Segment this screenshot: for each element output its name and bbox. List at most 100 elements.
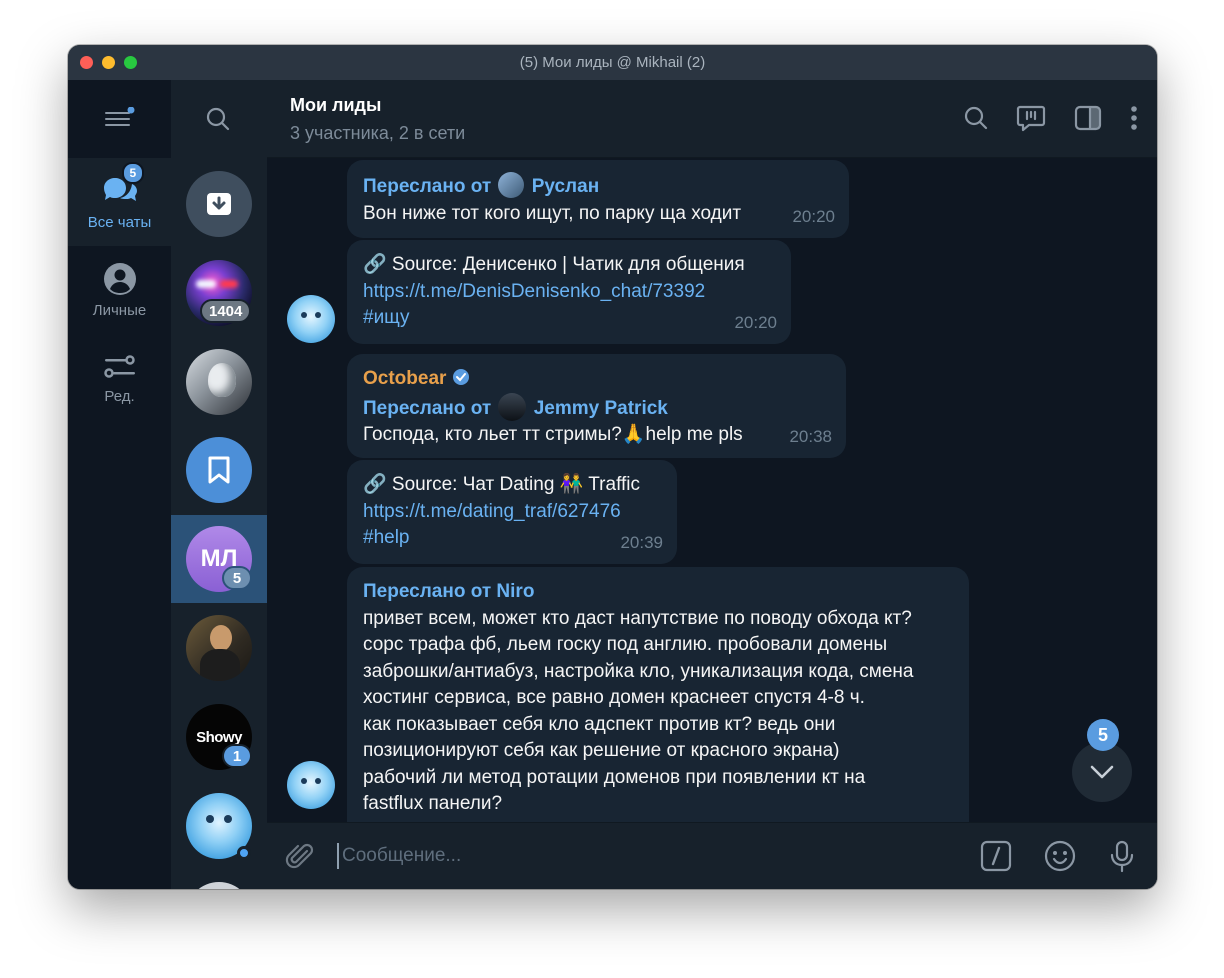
unread-count-badge: 1 — [222, 744, 252, 768]
source-line: 🔗 Source: Денисенко | Чатик для общения — [363, 254, 745, 275]
message-composer — [267, 822, 1157, 889]
message-bubble[interactable]: Переслано от Niro привет всем, может кто… — [347, 567, 969, 822]
message-text-line: привет всем, может кто даст напутствие п… — [363, 607, 912, 629]
chat-initials: Showy — [196, 728, 242, 746]
sidebar-icon — [1074, 105, 1102, 131]
paperclip-icon — [285, 843, 314, 869]
message-time: 20:20 — [792, 206, 835, 226]
sender-avatar[interactable] — [287, 295, 335, 343]
window-controls — [80, 56, 137, 69]
folder-label: Все чаты — [87, 213, 152, 231]
chat-subtitle: 3 участника, 2 в сети — [290, 123, 466, 143]
window-title: (5) Мои лиды @ Mikhail (2) — [519, 54, 706, 71]
forwarded-avatar — [498, 172, 525, 198]
message-link[interactable]: https://t.me/dating_traf/627476 — [363, 499, 661, 526]
slash-command-icon — [980, 840, 1012, 872]
toggle-sidebar-button[interactable] — [1073, 104, 1103, 132]
hashtag[interactable]: #ищу — [363, 305, 775, 332]
message-text: Господа, кто льет тт стримы?🙏help me pls — [363, 424, 743, 445]
message-text-line: заброшки/антиабуз, настройка кло, уникал… — [363, 660, 914, 682]
message-text-line: fastflux панели? — [363, 793, 503, 814]
message-time: 20:38 — [789, 426, 832, 446]
message-text-line: хостинг сервиса, все равно домен краснее… — [363, 687, 865, 708]
message-text: Вон ниже тот кого ищут, по парку ща ходи… — [363, 202, 742, 224]
scroll-unread-badge: 5 — [1087, 719, 1119, 751]
forwarded-header: Переслано от Руслан — [363, 172, 833, 201]
folder-rail: 5 Все чаты Личные Ред. — [68, 80, 171, 889]
chat-item-avatar[interactable] — [186, 882, 252, 889]
discussion-button[interactable] — [1015, 102, 1047, 134]
unread-count-badge: 1404 — [200, 299, 252, 323]
chat-item-avatar[interactable] — [186, 349, 252, 415]
attach-button[interactable] — [285, 842, 315, 872]
folder-all-chats[interactable]: 5 Все чаты — [68, 158, 171, 246]
edit-sliders-icon — [103, 354, 135, 378]
emoji-button[interactable] — [1044, 840, 1076, 872]
author-line: Octobear — [363, 366, 830, 393]
message-text-line: сорс трафа фб, льем госку под англию. пр… — [363, 634, 888, 655]
header-actions — [963, 102, 1139, 134]
message-bubble[interactable]: 🔗 Source: Денисенко | Чатик для общения … — [347, 240, 791, 344]
message-time: 20:39 — [620, 532, 663, 552]
chat-item-avatar[interactable] — [186, 615, 252, 681]
microphone-icon — [1110, 840, 1134, 873]
message-text-line: позиционируют себя как решение от красно… — [363, 740, 840, 761]
forwarded-sender[interactable]: Jemmy Patrick — [534, 398, 668, 419]
forwarded-label: Переслано от — [363, 176, 492, 197]
archive-icon — [207, 193, 231, 215]
bot-commands-button[interactable] — [980, 840, 1012, 872]
message-bubble[interactable]: Octobear Переслано от Jemmy Patrick Госп… — [347, 354, 846, 458]
search-icon — [964, 106, 988, 130]
chats-icon: 5 — [100, 161, 145, 208]
bookmark-icon — [208, 456, 230, 484]
chat-header[interactable]: Мои лиды 3 участника, 2 в сети — [267, 80, 1157, 158]
menu-icon — [105, 106, 135, 126]
close-window-button[interactable] — [80, 56, 93, 69]
folder-label: Личные — [92, 301, 147, 319]
title-bar: (5) Мои лиды @ Mikhail (2) — [68, 45, 1157, 80]
telegram-window: (5) Мои лиды @ Mikhail (2) 5 Все чаты Ли… — [68, 45, 1157, 889]
forwarded-sender[interactable]: Руслан — [532, 176, 599, 197]
folder-edit[interactable]: Ред. — [68, 334, 171, 422]
person-icon — [103, 262, 136, 295]
chat-title: Мои лиды — [290, 95, 382, 115]
chat-list: 1404 МЛ 5 Showy 1 — [171, 80, 267, 889]
message-author[interactable]: Octobear — [363, 368, 446, 389]
scroll-to-bottom-button[interactable] — [1072, 742, 1132, 802]
message-bubble[interactable]: Переслано от Руслан Вон ниже тот кого ищ… — [347, 160, 849, 238]
message-list[interactable]: Переслано от Руслан Вон ниже тот кого ищ… — [267, 158, 1157, 822]
minimize-window-button[interactable] — [102, 56, 115, 69]
message-input[interactable] — [337, 843, 897, 869]
smile-icon — [1044, 840, 1076, 872]
chat-item-saved-messages[interactable] — [186, 437, 252, 503]
sender-avatar[interactable] — [287, 761, 335, 809]
chat-item-archive[interactable] — [186, 171, 252, 237]
forwarded-header: Переслано от Jemmy Patrick — [363, 392, 830, 423]
message-text-line: как показывает себя кло адспект против к… — [363, 713, 836, 735]
zoom-window-button[interactable] — [124, 56, 137, 69]
forwarded-avatar — [498, 392, 527, 421]
folder-personal[interactable]: Личные — [68, 246, 171, 334]
search-icon — [206, 107, 230, 131]
more-options-button[interactable] — [1129, 104, 1139, 132]
online-indicator — [237, 846, 251, 860]
chat-search-button[interactable] — [205, 106, 231, 137]
message-bubble[interactable]: 🔗 Source: Чат Dating 👫 Traffic https://t… — [347, 460, 677, 564]
unread-count-badge: 5 — [222, 566, 252, 590]
forwarded-header[interactable]: Переслано от Niro — [363, 579, 953, 606]
search-chat-button[interactable] — [963, 105, 989, 131]
message-link[interactable]: https://t.me/DenisDenisenko_chat/73392 — [363, 279, 775, 306]
message-time: 20:20 — [734, 312, 777, 332]
chevron-down-icon — [1090, 765, 1114, 779]
more-vertical-icon — [1131, 106, 1137, 130]
folder-label: Ред. — [104, 387, 135, 405]
folder-unread-badge: 5 — [121, 161, 145, 184]
source-line: 🔗 Source: Чат Dating 👫 Traffic — [363, 474, 641, 495]
forwarded-label: Переслано от — [363, 397, 492, 419]
hamburger-menu-button[interactable] — [105, 106, 135, 129]
verified-icon — [452, 369, 469, 385]
hashtag[interactable]: #help — [363, 525, 661, 552]
voice-message-button[interactable] — [1109, 840, 1135, 874]
conversation-panel: Мои лиды 3 участника, 2 в сети Переслано… — [267, 80, 1157, 889]
message-text-line: рабочий ли метод ротации доменов при поя… — [363, 766, 866, 788]
